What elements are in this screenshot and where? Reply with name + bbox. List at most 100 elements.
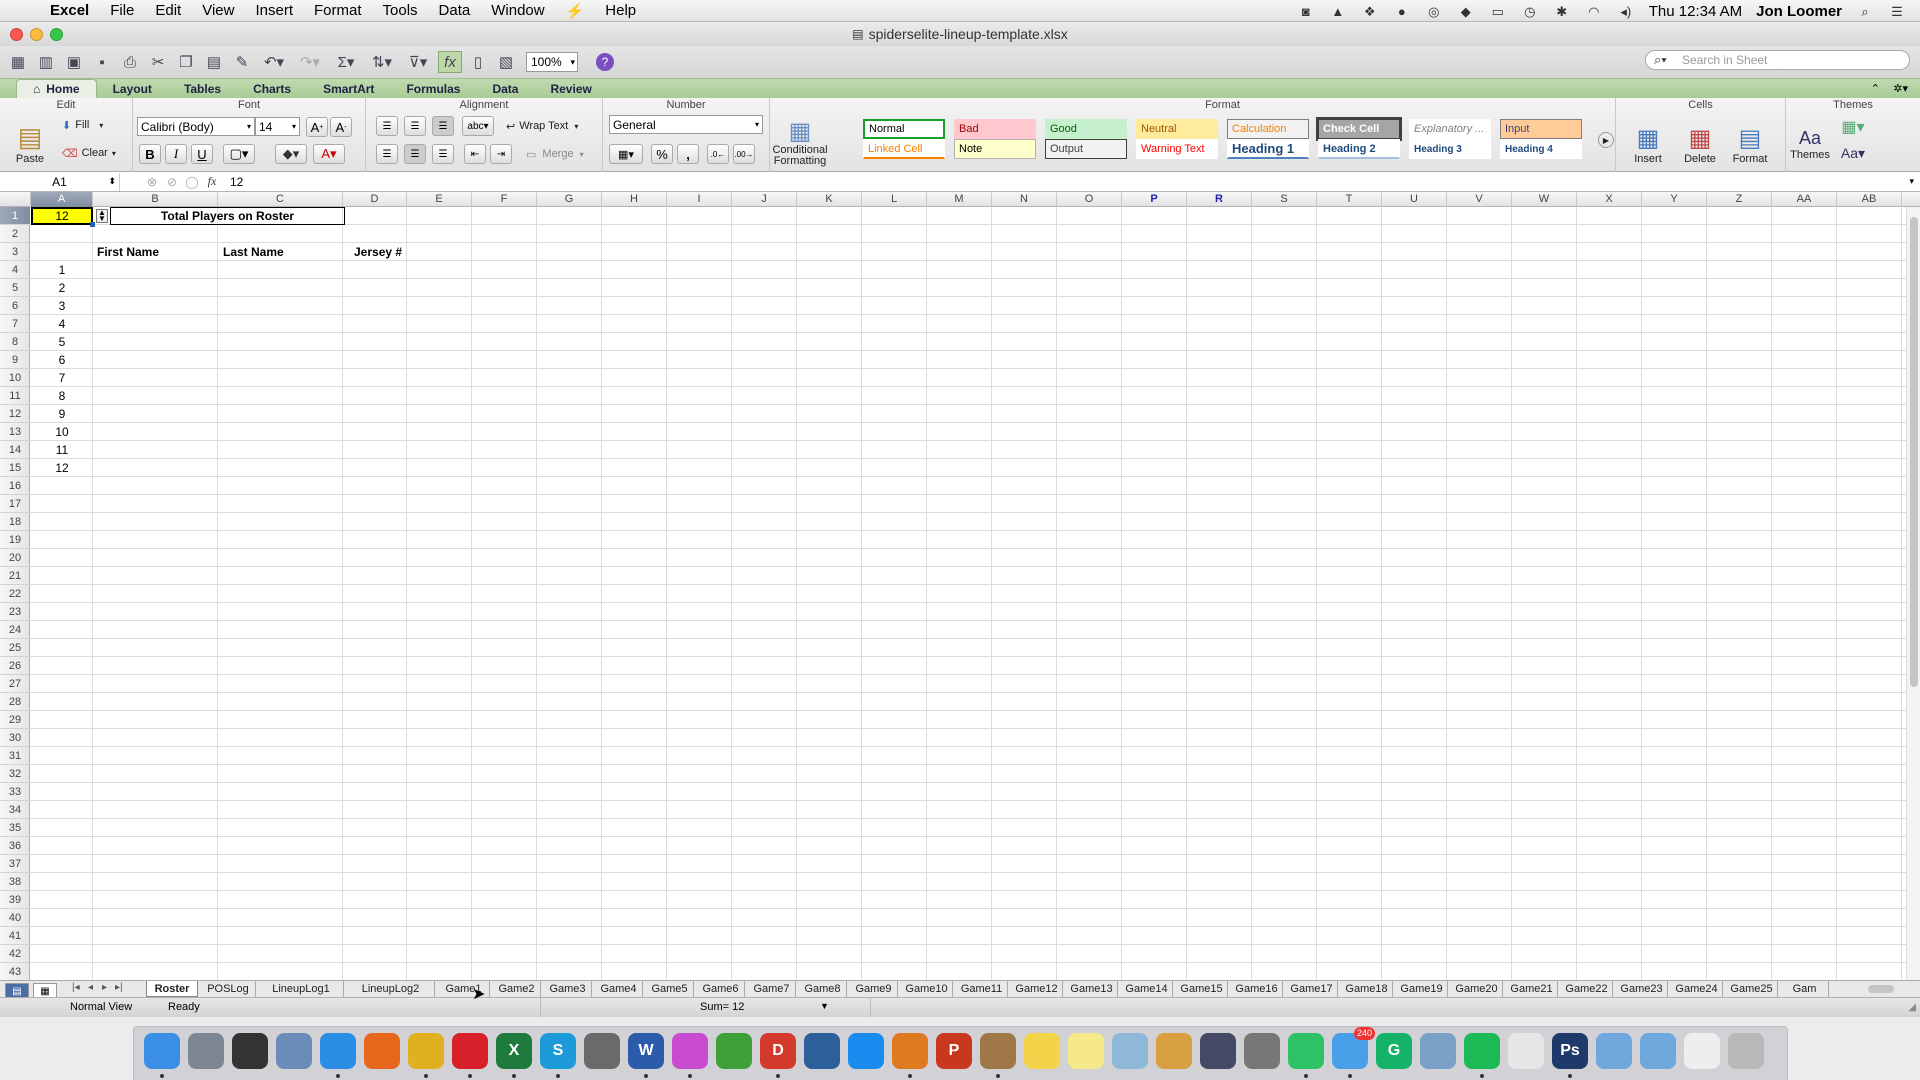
column-header-s[interactable]: S — [1252, 192, 1317, 207]
gallery-icon[interactable]: ▯ — [466, 51, 490, 73]
autosum-icon[interactable]: Σ▾ — [330, 51, 362, 73]
column-header-u[interactable]: U — [1382, 192, 1447, 207]
player-number-cell[interactable]: 2 — [31, 279, 93, 297]
redo-icon[interactable]: ↷▾ — [294, 51, 326, 73]
row-header-13[interactable]: 13 — [0, 423, 30, 441]
merge-button[interactable]: ▭ Merge ▾ — [526, 144, 584, 164]
dock-maps-icon[interactable] — [1112, 1033, 1148, 1069]
function-icon[interactable]: fx — [202, 174, 222, 189]
roster-title-cell[interactable]: Total Players on Roster — [110, 207, 345, 225]
sum-dropdown-icon[interactable]: ▼ — [820, 1001, 829, 1011]
new-from-template-icon[interactable]: ▥ — [34, 51, 58, 73]
tab-review[interactable]: Review — [534, 79, 607, 98]
sheet-tab-game9[interactable]: Game9 — [850, 981, 898, 997]
comma-button[interactable]: , — [677, 144, 699, 164]
paste-button[interactable]: ▤ Paste — [8, 118, 52, 168]
sheet-tab-game11[interactable]: Game11 — [956, 981, 1008, 997]
row-header-3[interactable]: 3 — [0, 243, 30, 261]
sheet-tab-game17[interactable]: Game17 — [1286, 981, 1338, 997]
column-header-w[interactable]: W — [1512, 192, 1577, 207]
cell-style-heading-4[interactable]: Heading 4 — [1500, 139, 1582, 159]
row-header-7[interactable]: 7 — [0, 315, 30, 333]
sheet-tab-game21[interactable]: Game21 — [1506, 981, 1558, 997]
row-header-15[interactable]: 15 — [0, 459, 30, 477]
column-header-c[interactable]: C — [218, 192, 343, 207]
sheet-tab-game20[interactable]: Game20 — [1451, 981, 1503, 997]
cell-style-linked-cell[interactable]: Linked Cell — [863, 139, 945, 159]
align-top-button[interactable]: ☰ — [376, 116, 398, 136]
menu-insert[interactable]: Insert — [255, 2, 293, 19]
styles-next-button[interactable]: ▶ — [1598, 132, 1614, 148]
select-all-corner[interactable] — [0, 192, 31, 207]
close-window-button[interactable] — [10, 28, 23, 41]
column-header-h[interactable]: H — [602, 192, 667, 207]
row-header-20[interactable]: 20 — [0, 549, 30, 567]
clock[interactable]: Thu 12:34 AM — [1649, 3, 1742, 20]
tab-formulas[interactable]: Formulas — [390, 79, 476, 98]
theme-fonts-button[interactable]: Aa ▾ — [1836, 142, 1870, 164]
sheet-tab-poslog[interactable]: POSLog — [201, 981, 256, 997]
player-number-cell[interactable]: 12 — [31, 459, 93, 477]
menu-tools[interactable]: Tools — [383, 2, 418, 19]
sheet-tab-game24[interactable]: Game24 — [1671, 981, 1723, 997]
theme-colors-button[interactable]: ▦▾ — [1836, 116, 1870, 138]
row-header-22[interactable]: 22 — [0, 585, 30, 603]
column-header-o[interactable]: O — [1057, 192, 1122, 207]
sheet-tab-game4[interactable]: Game4 — [595, 981, 643, 997]
sheet-tab-game13[interactable]: Game13 — [1066, 981, 1118, 997]
spotlight-icon[interactable]: ⌕ — [1856, 4, 1874, 19]
cell-style-neutral[interactable]: Neutral — [1136, 119, 1218, 139]
dock-opera-icon[interactable] — [452, 1033, 488, 1069]
dock-contacts-icon[interactable] — [980, 1033, 1016, 1069]
dock-finder-icon[interactable] — [144, 1033, 180, 1069]
column-header-f[interactable]: F — [472, 192, 537, 207]
row-header-24[interactable]: 24 — [0, 621, 30, 639]
sheet-tab-game2[interactable]: Game2 — [493, 981, 541, 997]
help-icon[interactable]: ? — [596, 53, 614, 71]
cell-a1[interactable]: 12 — [31, 207, 93, 225]
dock-launchpad-icon[interactable] — [188, 1033, 224, 1069]
sum-readout[interactable]: Sum= 12 — [700, 1001, 744, 1013]
cancel-formula-icon[interactable]: ⊗ — [142, 175, 162, 189]
formula-builder-icon[interactable]: fx — [438, 51, 462, 73]
row-header-41[interactable]: 41 — [0, 927, 30, 945]
filter-icon[interactable]: ⊽▾ — [402, 51, 434, 73]
menu-window[interactable]: Window — [491, 2, 544, 19]
dock-todoist-icon[interactable]: D — [760, 1033, 796, 1069]
dock-firefox-icon[interactable] — [364, 1033, 400, 1069]
column-header-ab[interactable]: AB — [1837, 192, 1902, 207]
sheet-tab-game19[interactable]: Game19 — [1396, 981, 1448, 997]
row-header-11[interactable]: 11 — [0, 387, 30, 405]
sheet-tab-game5[interactable]: Game5 — [646, 981, 694, 997]
dock-safari-icon[interactable] — [320, 1033, 356, 1069]
row-header-31[interactable]: 31 — [0, 747, 30, 765]
collapse-ribbon-icon[interactable]: ⌃ — [1871, 82, 1880, 95]
menu-help[interactable]: Help — [605, 2, 636, 19]
sheet-tab-game25[interactable]: Game25 — [1726, 981, 1778, 997]
minimize-window-button[interactable] — [30, 28, 43, 41]
dock-iphoto-icon[interactable] — [804, 1033, 840, 1069]
cell-style-warning-text[interactable]: Warning Text — [1136, 139, 1218, 159]
dock-movie-icon[interactable] — [1200, 1033, 1236, 1069]
menu-view[interactable]: View — [202, 2, 234, 19]
column-header-k[interactable]: K — [797, 192, 862, 207]
formula-input[interactable]: 12 — [230, 175, 243, 189]
column-header-d[interactable]: D — [343, 192, 407, 207]
cell-style-explanatory[interactable]: Explanatory ... — [1409, 119, 1491, 139]
player-number-cell[interactable]: 11 — [31, 441, 93, 459]
column-header-v[interactable]: V — [1447, 192, 1512, 207]
dock-document-icon[interactable] — [1684, 1033, 1720, 1069]
cell-style-heading-1[interactable]: Heading 1 — [1227, 139, 1309, 159]
column-header-e[interactable]: E — [407, 192, 472, 207]
row-header-42[interactable]: 42 — [0, 945, 30, 963]
format-cells-button[interactable]: ▤ Format — [1726, 118, 1774, 170]
player-number-cell[interactable]: 3 — [31, 297, 93, 315]
toolbox-icon[interactable]: ▧ — [494, 51, 518, 73]
cell-style-note[interactable]: Note — [954, 139, 1036, 159]
percent-button[interactable]: % — [651, 144, 673, 164]
row-header-34[interactable]: 34 — [0, 801, 30, 819]
cell-style-heading-3[interactable]: Heading 3 — [1409, 139, 1491, 159]
sheet-tab-game3[interactable]: Game3 — [544, 981, 592, 997]
sheet-tab-lineuplog1[interactable]: LineupLog1 — [259, 981, 344, 997]
player-number-cell[interactable]: 8 — [31, 387, 93, 405]
